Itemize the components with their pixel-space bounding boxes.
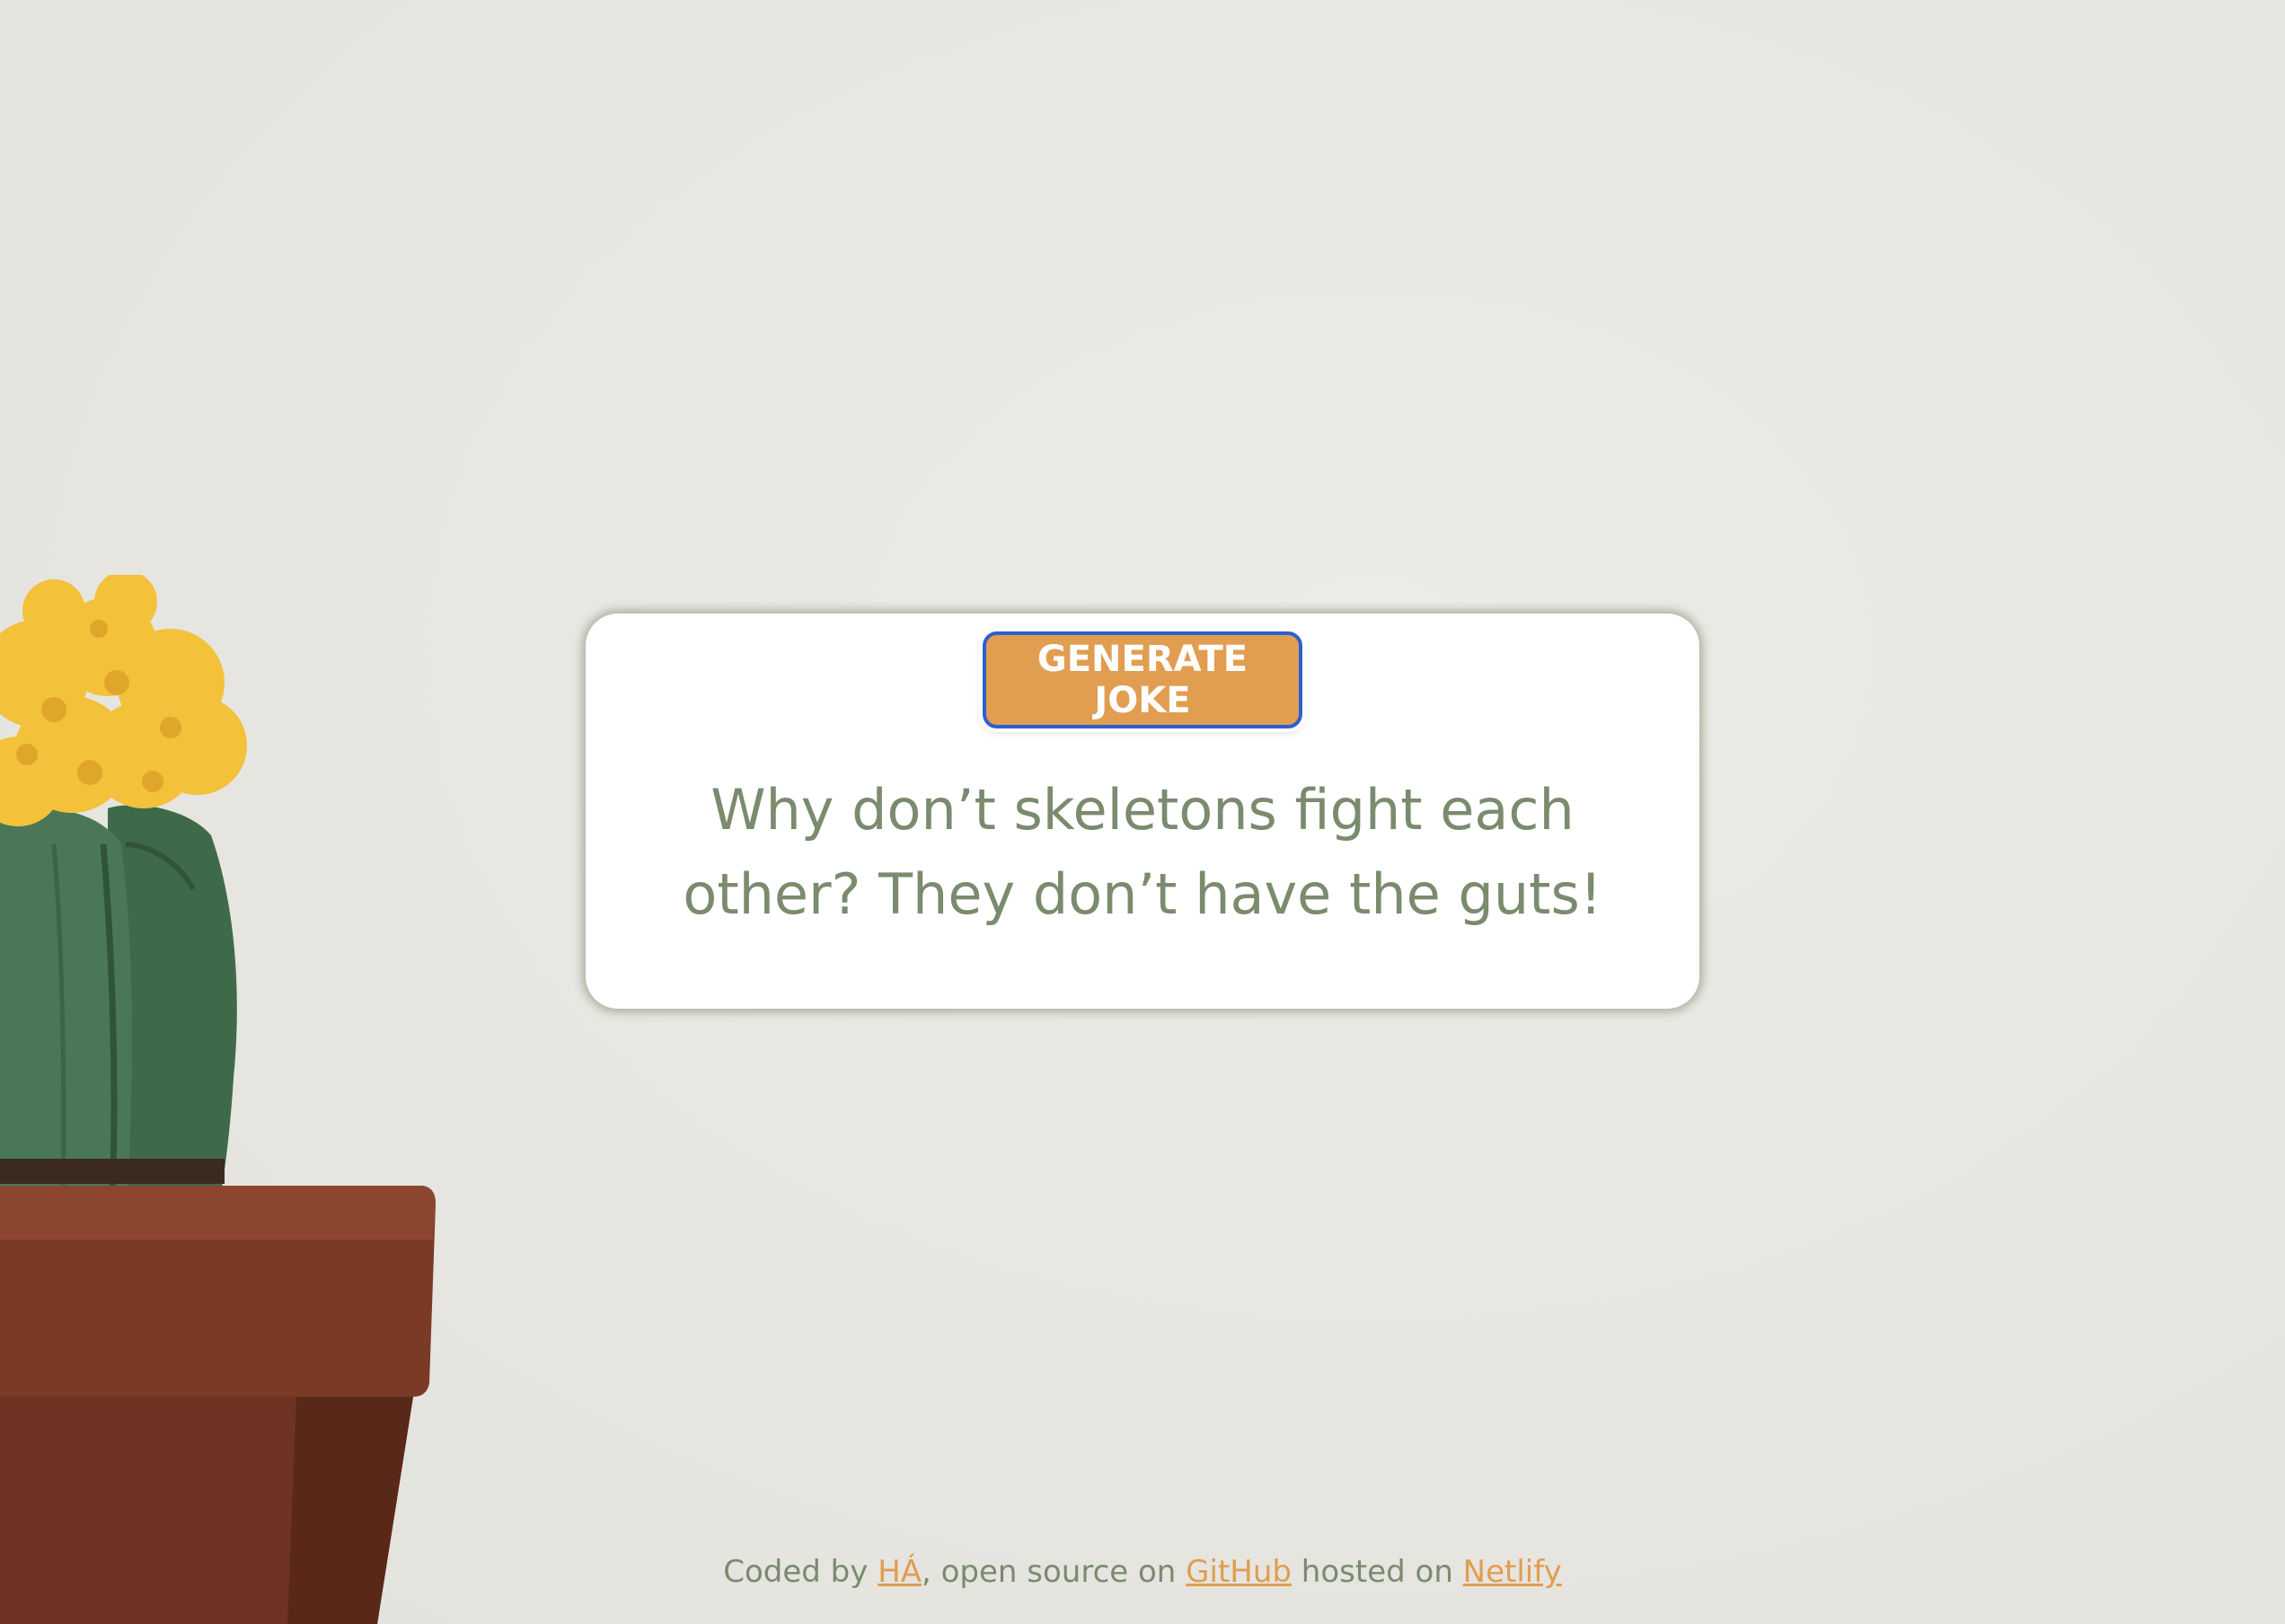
joke-card: GENERATE JOKE Why don’t skeletons fight … [586,613,1699,1009]
joke-text: Why don’t skeletons fight each other? Th… [683,777,1602,927]
footer: Coded by HÁ, open source on GitHub hoste… [0,1554,2285,1590]
footer-prefix: Coded by [723,1554,878,1590]
author-link[interactable]: HÁ [878,1554,922,1590]
footer-hosted-text: hosted on [1292,1554,1463,1590]
netlify-link[interactable]: Netlify [1463,1554,1562,1590]
github-link[interactable]: GitHub [1186,1554,1292,1590]
footer-middle: , open source on [922,1554,1187,1590]
generate-joke-button[interactable]: GENERATE JOKE [983,631,1302,728]
cactus-image [0,575,449,1624]
